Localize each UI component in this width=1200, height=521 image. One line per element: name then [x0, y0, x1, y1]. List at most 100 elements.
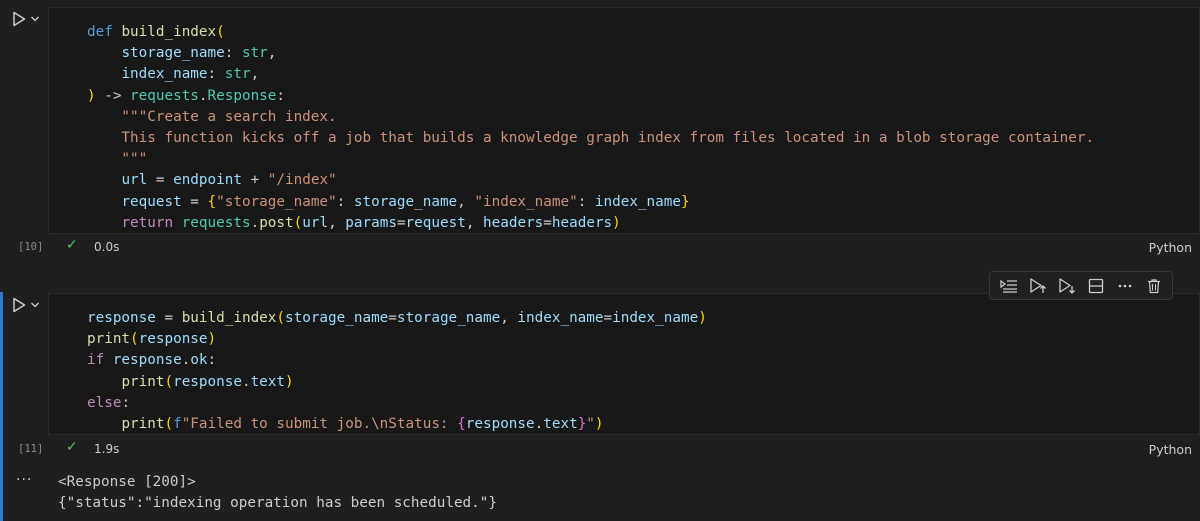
code-token: } [680, 193, 690, 210]
code-line[interactable]: """Create a search index. [87, 107, 1094, 128]
notebook: def build_index( storage_name: str, inde… [0, 0, 1200, 521]
code-token: def [87, 24, 113, 40]
code-text[interactable]: response = build_index(storage_name=stor… [87, 308, 707, 435]
code-token: index_name [121, 66, 208, 83]
execution-count: [10] [18, 241, 44, 253]
code-token: This function kicks off a job that build… [87, 129, 1095, 146]
execution-duration: 1.9s [94, 442, 120, 456]
code-line[interactable]: storage_name: str, [87, 43, 1094, 64]
code-token: . [534, 415, 544, 432]
code-token: { [207, 193, 217, 210]
execution-duration: 0.0s [94, 240, 120, 254]
run-cell-button[interactable] [12, 296, 46, 314]
code-line[interactable]: url = endpoint + "/index" [87, 170, 1094, 191]
code-token: headers [551, 214, 613, 231]
code-token: + [241, 172, 268, 189]
execute-above-icon [1029, 277, 1046, 293]
code-text[interactable]: def build_index( storage_name: str, inde… [87, 22, 1094, 234]
code-token: post [259, 214, 294, 231]
code-token: params [345, 214, 397, 231]
code-editor[interactable]: response = build_index(storage_name=stor… [48, 293, 1200, 435]
run-by-line-button[interactable] [998, 275, 1020, 297]
code-line[interactable]: print(response.text) [87, 372, 707, 393]
code-token: , [267, 45, 277, 62]
code-token: = [181, 193, 208, 210]
code-line[interactable]: request = {"storage_name": storage_name,… [87, 192, 1094, 213]
code-token: response [112, 352, 182, 369]
code-token: requests [130, 87, 199, 104]
code-token: "Failed to submit job.\nStatus: [181, 415, 458, 432]
more-actions-button[interactable] [1114, 275, 1136, 297]
code-token: return [121, 214, 174, 231]
output-more-icon[interactable]: ··· [16, 472, 32, 488]
split-cell-icon [1088, 278, 1103, 293]
code-token: else [87, 394, 122, 411]
code-cell-11[interactable]: response = build_index(storage_name=stor… [0, 292, 1200, 462]
language-selector[interactable]: Python [1149, 442, 1192, 457]
code-editor[interactable]: def build_index( storage_name: str, inde… [48, 7, 1200, 234]
check-icon: ✓ [66, 237, 78, 253]
code-token: storage_name [396, 310, 501, 326]
execute-below-button[interactable] [1056, 275, 1078, 297]
code-line[interactable]: def build_index( [87, 22, 1094, 43]
code-line[interactable]: else: [87, 393, 707, 414]
code-line[interactable]: print(response) [87, 329, 707, 350]
play-icon [13, 11, 26, 27]
code-line[interactable]: response = build_index(storage_name=stor… [87, 308, 707, 329]
run-cell-button[interactable] [12, 10, 46, 28]
code-line[interactable]: index_name: str, [87, 64, 1094, 85]
language-selector[interactable]: Python [1149, 240, 1192, 255]
code-token: index_name [517, 310, 604, 326]
code-token: -> [95, 87, 131, 104]
chevron-down-icon[interactable] [30, 15, 40, 23]
code-line[interactable]: ) -> requests.Response: [87, 86, 1094, 107]
code-token: ) [698, 310, 707, 326]
code-line[interactable]: """ [87, 149, 1094, 170]
code-token: ok [190, 352, 208, 369]
code-token: headers [483, 214, 544, 231]
split-cell-button[interactable] [1085, 275, 1107, 297]
code-line[interactable]: return requests.post(url, params=request… [87, 213, 1094, 234]
code-token: print [121, 415, 165, 432]
cell-toolbar [989, 271, 1173, 300]
run-by-line-icon [999, 279, 1017, 293]
code-token: , [500, 310, 518, 326]
code-token: build_index [121, 24, 217, 40]
code-token: = [543, 214, 552, 231]
code-token: , [328, 214, 346, 231]
code-token: storage_name [121, 45, 225, 62]
code-token: text [250, 373, 286, 390]
delete-cell-button[interactable] [1143, 275, 1165, 297]
code-token: index_name [612, 310, 699, 326]
code-line[interactable]: if response.ok: [87, 350, 707, 371]
output-line: {"status":"indexing operation has been s… [58, 495, 497, 511]
code-token: ( [130, 331, 139, 348]
code-token: ) [285, 373, 294, 390]
output-line: <Response [200]> [58, 474, 196, 490]
code-token: . [250, 214, 260, 231]
code-token: requests [181, 214, 251, 231]
code-line[interactable]: This function kicks off a job that build… [87, 128, 1094, 149]
delete-icon [1147, 278, 1160, 293]
code-token: str [224, 66, 251, 83]
code-token: : [336, 193, 354, 210]
code-token: storage_name [353, 193, 458, 210]
code-token: Response [207, 87, 277, 104]
execute-above-button[interactable] [1027, 275, 1049, 297]
code-line[interactable]: print(f"Failed to submit job.\nStatus: {… [87, 414, 707, 435]
chevron-down-icon[interactable] [30, 301, 40, 309]
code-token: "/index" [267, 172, 337, 189]
code-token: index_name [594, 193, 681, 210]
code-cell-10[interactable]: def build_index( storage_name: str, inde… [0, 0, 1200, 262]
code-token: str [241, 45, 268, 62]
code-token: request [121, 193, 182, 210]
more-actions-icon [1118, 284, 1131, 287]
code-token: ( [276, 310, 285, 326]
code-token: """ [87, 151, 148, 168]
